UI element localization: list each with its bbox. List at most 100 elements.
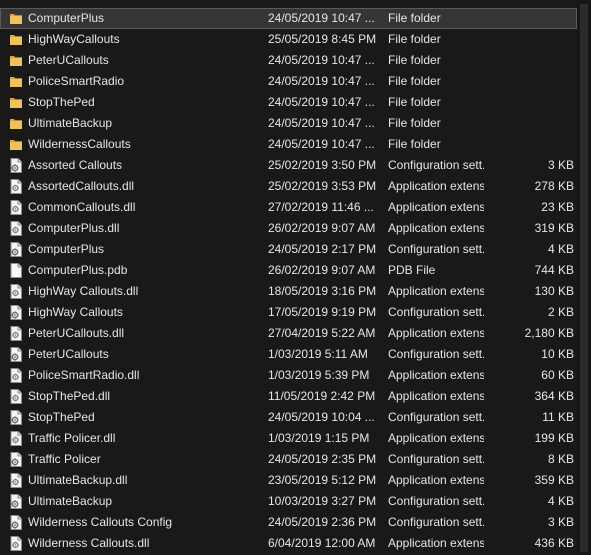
file-date-modified: 11/05/2019 2:42 PM: [268, 389, 376, 403]
config-file-icon: [9, 515, 23, 530]
file-size: 359 KB: [534, 473, 574, 487]
folder-icon: [9, 11, 23, 26]
file-type: Configuration sett...: [388, 347, 484, 361]
file-date-modified: 27/04/2019 5:22 AM: [268, 326, 376, 340]
scrollbar-thumb[interactable]: [580, 4, 588, 552]
file-type: Configuration sett...: [388, 494, 484, 508]
folder-icon: [9, 137, 23, 152]
file-row[interactable]: Assorted Callouts 25/02/2019 3:50 PM Confi…: [0, 155, 591, 176]
folder-icon: [9, 116, 23, 131]
file-type: Application extens...: [388, 284, 484, 298]
file-type: Application extens...: [388, 536, 484, 550]
file-row[interactable]: StopThePed 24/05/2019 10:47 ... File folde…: [0, 92, 591, 113]
file-name: ComputerPlus.dll: [28, 221, 120, 235]
file-name: CommonCallouts.dll: [28, 200, 136, 214]
file-row[interactable]: AssortedCallouts.dll 25/02/2019 3:53 PM Ap…: [0, 176, 591, 197]
file-date-modified: 26/02/2019 9:07 AM: [268, 221, 376, 235]
file-row[interactable]: PoliceSmartRadio 24/05/2019 10:47 ... File…: [0, 71, 591, 92]
config-file-icon: [9, 452, 23, 467]
file-row[interactable]: ComputerPlus.pdb 26/02/2019 9:07 AM PDB Fi…: [0, 260, 591, 281]
file-row[interactable]: ComputerPlus.dll 26/02/2019 9:07 AM Applic…: [0, 218, 591, 239]
file-date-modified: 24/05/2019 10:47 ...: [268, 11, 375, 25]
file-name: ComputerPlus.pdb: [28, 263, 128, 277]
dll-file-icon: [9, 368, 23, 383]
file-name: StopThePed: [28, 410, 95, 424]
file-date-modified: 27/02/2019 11:46 ...: [268, 200, 374, 214]
config-file-icon: [9, 242, 23, 257]
file-row[interactable]: PeterUCallouts 1/03/2019 5:11 AM Configura…: [0, 344, 591, 365]
file-list[interactable]: ComputerPlus 24/05/2019 10:47 ... File fol…: [0, 8, 591, 554]
vertical-scrollbar[interactable]: [577, 0, 591, 555]
dll-file-icon: [9, 473, 23, 488]
blank-file-icon: [9, 263, 23, 278]
file-type: Configuration sett...: [388, 410, 484, 424]
file-row[interactable]: ComputerPlus 24/05/2019 2:17 PM Configurat…: [0, 239, 591, 260]
file-name: StopThePed.dll: [28, 389, 111, 403]
file-date-modified: 18/05/2019 3:16 PM: [268, 284, 377, 298]
file-row[interactable]: Wilderness Callouts.dll 6/04/2019 12:00 A…: [0, 533, 591, 554]
file-row[interactable]: UltimateBackup 24/05/2019 10:47 ... File f…: [0, 113, 591, 134]
file-date-modified: 10/03/2019 3:27 PM: [268, 494, 377, 508]
file-row[interactable]: UltimateBackup 10/03/2019 3:27 PM Configur…: [0, 491, 591, 512]
file-row[interactable]: WildernessCallouts 24/05/2019 10:47 ... Fi…: [0, 134, 591, 155]
file-size: 2,180 KB: [524, 326, 574, 340]
file-type: Configuration sett...: [388, 242, 484, 256]
file-row[interactable]: ComputerPlus 24/05/2019 10:47 ... File fol…: [0, 8, 577, 29]
file-date-modified: 23/05/2019 5:12 PM: [268, 473, 377, 487]
file-name: HighWay Callouts.dll: [28, 284, 139, 298]
file-row[interactable]: PeterUCallouts 24/05/2019 10:47 ... File f…: [0, 50, 591, 71]
file-row[interactable]: PoliceSmartRadio.dll 1/03/2019 5:39 PM App…: [0, 365, 591, 386]
file-row[interactable]: StopThePed.dll 11/05/2019 2:42 PM Applicat…: [0, 386, 591, 407]
file-row[interactable]: Wilderness Callouts Config 24/05/2019 2:3…: [0, 512, 591, 533]
file-size: 3 KB: [547, 515, 574, 529]
file-size: 2 KB: [547, 305, 574, 319]
file-type: File folder: [388, 95, 441, 109]
file-size: 4 KB: [547, 494, 574, 508]
dll-file-icon: [9, 389, 23, 404]
file-date-modified: 24/05/2019 2:35 PM: [268, 452, 377, 466]
file-type: Application extens...: [388, 368, 484, 382]
config-file-icon: [9, 347, 23, 362]
file-name: Assorted Callouts: [28, 158, 123, 172]
file-row[interactable]: CommonCallouts.dll 27/02/2019 11:46 ... Ap…: [0, 197, 591, 218]
file-row[interactable]: Traffic Policer.dll 1/03/2019 1:15 PM Appl…: [0, 428, 591, 449]
file-size: 23 KB: [541, 200, 574, 214]
file-date-modified: 24/05/2019 2:36 PM: [268, 515, 377, 529]
file-size: 8 KB: [547, 452, 574, 466]
dll-file-icon: [9, 179, 23, 194]
file-row[interactable]: UltimateBackup.dll 23/05/2019 5:12 PM Appl…: [0, 470, 591, 491]
file-row[interactable]: PeterUCallouts.dll 27/04/2019 5:22 AM Appl…: [0, 323, 591, 344]
file-size: 10 KB: [541, 347, 574, 361]
file-date-modified: 1/03/2019 5:11 AM: [268, 347, 368, 361]
file-type: File folder: [388, 11, 441, 25]
file-row[interactable]: HighWayCallouts 25/05/2019 8:45 PM File fo…: [0, 29, 591, 50]
file-size: 130 KB: [534, 284, 574, 298]
file-size: 11 KB: [542, 410, 574, 424]
file-name: UltimateBackup.dll: [28, 473, 128, 487]
file-name: ComputerPlus: [28, 242, 105, 256]
file-name: UltimateBackup: [28, 494, 113, 508]
file-type: Application extens...: [388, 221, 484, 235]
file-size: 4 KB: [547, 242, 574, 256]
file-date-modified: 25/05/2019 8:45 PM: [268, 32, 377, 46]
file-row[interactable]: StopThePed 24/05/2019 10:04 ... Configurat…: [0, 407, 591, 428]
file-name: HighWay Callouts: [28, 305, 123, 319]
file-date-modified: 24/05/2019 2:17 PM: [268, 242, 377, 256]
file-row[interactable]: Traffic Policer 24/05/2019 2:35 PM Configu…: [0, 449, 591, 470]
file-size: 744 KB: [534, 263, 574, 277]
file-name: StopThePed: [28, 95, 95, 109]
file-row[interactable]: HighWay Callouts 17/05/2019 9:19 PM Config…: [0, 302, 591, 323]
file-row[interactable]: HighWay Callouts.dll 18/05/2019 3:16 PM Ap…: [0, 281, 591, 302]
file-date-modified: 1/03/2019 5:39 PM: [268, 368, 370, 382]
file-type: File folder: [388, 74, 441, 88]
file-name: UltimateBackup: [28, 116, 113, 130]
file-name: Traffic Policer: [28, 452, 101, 466]
file-date-modified: 24/05/2019 10:47 ...: [268, 74, 375, 88]
file-name: PoliceSmartRadio: [28, 74, 125, 88]
file-size: 319 KB: [534, 221, 574, 235]
file-type: Application extens...: [388, 200, 484, 214]
file-type: Configuration sett...: [388, 158, 484, 172]
config-file-icon: [9, 410, 23, 425]
file-date-modified: 26/02/2019 9:07 AM: [268, 263, 376, 277]
file-date-modified: 24/05/2019 10:47 ...: [268, 53, 375, 67]
